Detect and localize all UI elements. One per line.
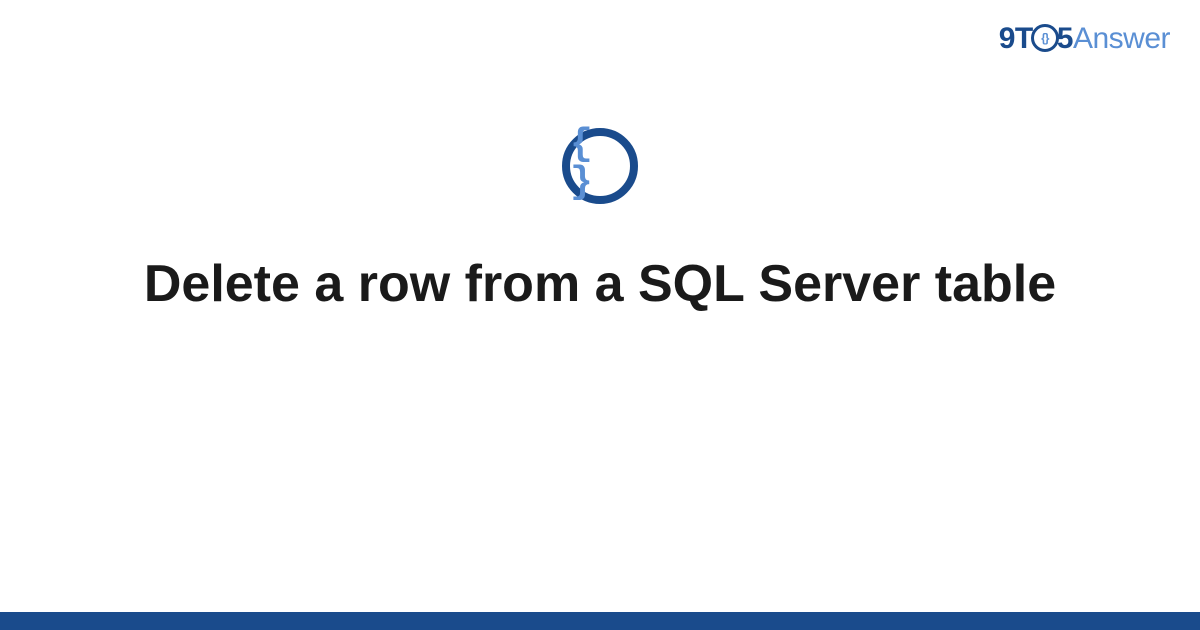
site-logo: 9T {} 5Answer [999, 22, 1170, 56]
page-title: Delete a row from a SQL Server table [144, 252, 1056, 317]
footer-accent-bar [0, 612, 1200, 630]
braces-glyph: { } [570, 126, 630, 202]
logo-text-answer: Answer [1073, 22, 1170, 55]
logo-text-9t: 9T [999, 22, 1033, 55]
logo-text-5: 5 [1057, 22, 1073, 55]
logo-circle-inner: {} [1041, 31, 1048, 45]
code-braces-icon: { } [562, 128, 638, 204]
logo-circle-icon: {} [1031, 24, 1059, 52]
main-content: { } Delete a row from a SQL Server table [0, 128, 1200, 317]
